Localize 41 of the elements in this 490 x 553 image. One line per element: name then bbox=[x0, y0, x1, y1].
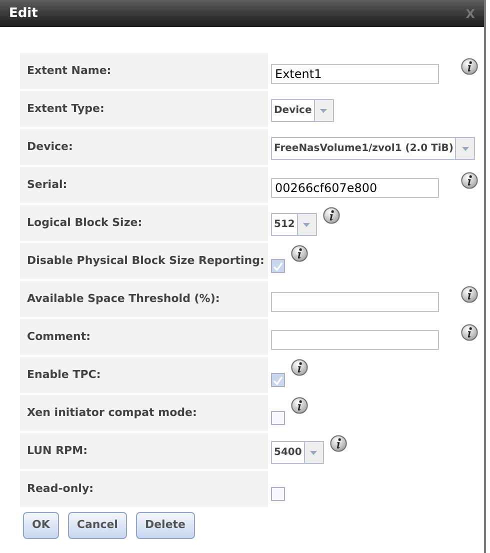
info-icon[interactable] bbox=[322, 207, 340, 224]
info-icon[interactable] bbox=[461, 58, 478, 75]
dropdown[interactable]: FreeNasVolume1/zvol1 (2.0 TiB) bbox=[271, 137, 476, 160]
info-icon[interactable] bbox=[461, 172, 478, 189]
field-label: Read-only: bbox=[20, 471, 268, 507]
dialog-button[interactable]: Cancel bbox=[68, 512, 127, 539]
text-field[interactable]: Extent1 bbox=[271, 64, 439, 84]
dropdown[interactable]: 512 bbox=[271, 213, 317, 236]
window-title: Edit bbox=[9, 4, 38, 23]
field-label: Available Space Threshold (%): bbox=[20, 281, 268, 317]
dropdown[interactable]: Device bbox=[271, 99, 334, 122]
info-icon[interactable] bbox=[461, 286, 478, 303]
caret-icon bbox=[462, 146, 469, 150]
text-field[interactable] bbox=[271, 330, 439, 350]
field-label: Device: bbox=[20, 129, 268, 165]
dropdown[interactable]: 5400 bbox=[271, 441, 324, 464]
field-label: Xen initiator compat mode: bbox=[20, 395, 268, 431]
caret-icon bbox=[320, 108, 328, 112]
field-label: Disable Physical Block Size Reporting: bbox=[20, 243, 268, 279]
text-field[interactable]: 00266cf607e800 bbox=[271, 178, 439, 198]
dialog-button[interactable]: OK bbox=[23, 512, 59, 539]
field-label: Extent Name: bbox=[20, 53, 268, 89]
info-icon[interactable] bbox=[291, 359, 308, 376]
field-label: LUN RPM: bbox=[20, 433, 268, 469]
field-label: Serial: bbox=[20, 167, 268, 203]
field-label: Enable TPC: bbox=[20, 357, 268, 393]
field-label: Extent Type: bbox=[20, 91, 268, 127]
checkbox[interactable] bbox=[271, 411, 285, 425]
field-label: Logical Block Size: bbox=[20, 205, 268, 241]
info-icon[interactable] bbox=[291, 397, 308, 414]
info-icon[interactable] bbox=[330, 435, 347, 452]
checkbox[interactable] bbox=[271, 487, 285, 501]
info-icon[interactable] bbox=[461, 324, 478, 341]
checkbox[interactable] bbox=[271, 373, 285, 387]
field-label: Comment: bbox=[20, 319, 268, 355]
info-icon[interactable] bbox=[291, 245, 308, 262]
checkbox[interactable] bbox=[271, 259, 285, 273]
caret-icon bbox=[303, 222, 310, 226]
text-field[interactable] bbox=[271, 292, 439, 312]
caret-icon bbox=[310, 450, 318, 454]
dialog-button[interactable]: Delete bbox=[136, 512, 194, 539]
